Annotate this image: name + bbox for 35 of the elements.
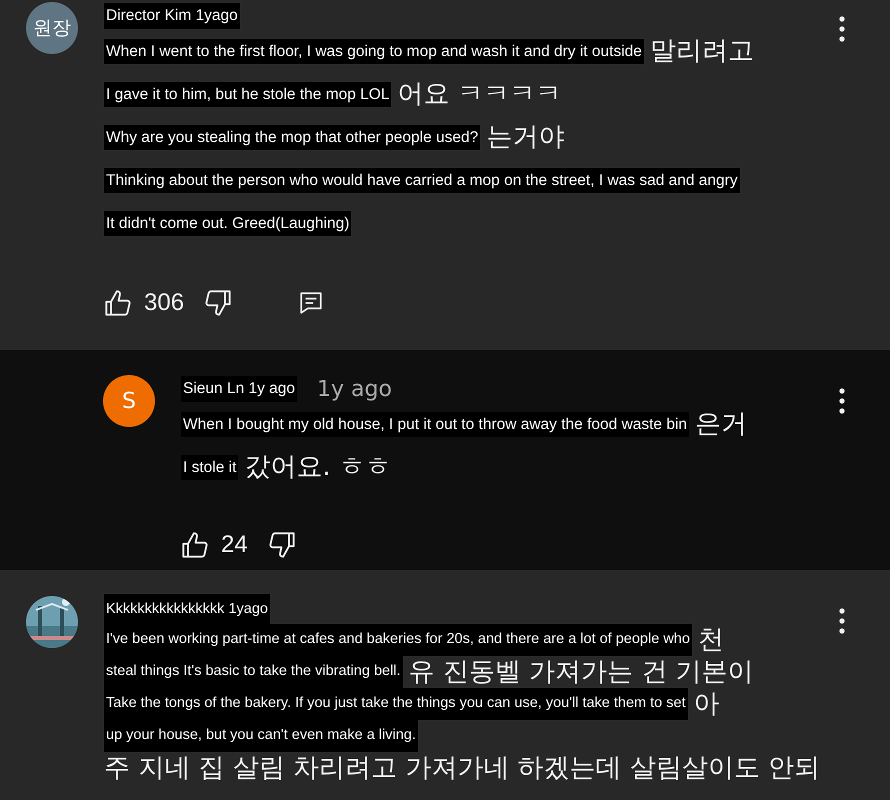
translated-text: It didn't come out. Greed(Laughing): [104, 210, 352, 236]
author-name: Sieun Ln 1y ago: [181, 376, 298, 402]
translated-text: up your house, but you can't even make a living.: [104, 720, 418, 752]
timestamp: 1y ago: [317, 376, 392, 404]
comment-text: 유 진동벨 가져가는 건 기본이: [408, 656, 754, 688]
like-icon[interactable]: [181, 531, 209, 559]
translated-text: I stole it: [181, 454, 238, 480]
comment-text: 아: [694, 688, 720, 720]
comment-text: 말리려고: [650, 35, 754, 68]
comment-text: 갔어요. ㅎㅎ: [244, 451, 391, 484]
translated-text: I gave it to him, but he stole the mop LOL: [104, 82, 392, 108]
more-icon[interactable]: [838, 608, 846, 634]
more-icon[interactable]: [838, 388, 846, 414]
like-count: 24: [221, 530, 248, 560]
translated-text: steal things It's basic to take the vibrating bell.: [104, 656, 403, 688]
comment-text: 주 지네 집 살림 차리려고 가져가네 하겠는데 살림살이도 안되: [104, 752, 820, 784]
comment-text: 어요 ㅋㅋㅋㅋ: [397, 78, 562, 111]
translated-text: When I bought my old house, I put it out to throw away the food waste bin: [181, 412, 690, 438]
comment-text: 천: [698, 624, 724, 656]
comment-text: 은거: [695, 408, 748, 441]
author-name: Director Kim 1yago: [104, 3, 240, 29]
avatar: 원장: [26, 2, 78, 54]
more-icon[interactable]: [838, 16, 846, 42]
translated-text: I've been working part-time at cafes and bakeries for 20s, and there are a lot of people who: [104, 624, 692, 656]
author-name: Kkkkkkkkkkkkkkkk 1yago: [104, 594, 270, 626]
translated-text: Why are you stealing the mop that other people used?: [104, 124, 480, 150]
translated-text: Take the tongs of the bakery. If you just take the things you can use, you'll take them to set: [104, 688, 688, 720]
translated-text: When I went to the first floor, I was going to mop and wash it and dry it outside: [104, 38, 644, 64]
dislike-icon[interactable]: [204, 289, 232, 317]
avatar: S: [103, 375, 155, 427]
like-count: 306: [144, 288, 184, 318]
dislike-icon[interactable]: [268, 531, 296, 559]
translated-text: Thinking about the person who would have carried a mop on the street, I was sad and angry: [104, 168, 740, 194]
like-icon[interactable]: [104, 289, 132, 317]
comment-text: 는거야: [486, 121, 564, 154]
